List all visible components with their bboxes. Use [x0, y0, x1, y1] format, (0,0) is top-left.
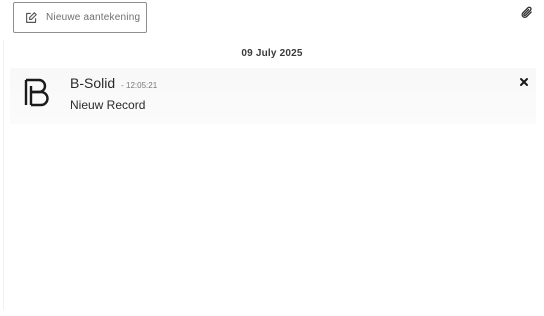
paperclip-icon[interactable] — [520, 5, 534, 20]
notification-card[interactable]: B-Solid - 12:05:21 Nieuw Record — [10, 68, 536, 124]
notification-message: Nieuw Record — [70, 98, 146, 112]
close-icon[interactable] — [518, 76, 530, 88]
notification-header: B-Solid - 12:05:21 — [70, 75, 157, 91]
edit-icon — [25, 11, 38, 24]
date-heading: 09 July 2025 — [241, 48, 303, 59]
notification-time: - 12:05:21 — [121, 81, 158, 90]
b-solid-logo — [24, 78, 50, 108]
new-note-button-label: Nieuwe aantekening — [46, 12, 141, 23]
notification-sender: B-Solid — [70, 75, 116, 91]
page-divider — [3, 40, 4, 310]
new-note-button[interactable]: Nieuwe aantekening — [13, 2, 147, 33]
